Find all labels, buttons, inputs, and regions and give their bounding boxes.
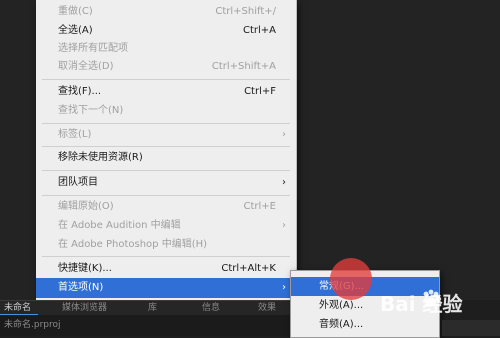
menu-item-deselect-all: 取消全选(D) Ctrl+Shift+A [36,57,296,76]
menu-item-find-next: 查找下一个(N) [36,101,296,120]
menu-item-label: 选择所有匹配项 [58,43,128,54]
menu-separator [42,195,290,196]
menu-item-select-all-matching: 选择所有匹配项 [36,39,296,58]
menu-item-label: 标签(L) [58,129,92,140]
menu-separator [42,256,290,257]
tab-libraries[interactable]: 库 [148,301,157,315]
edit-menu: 重做(C) Ctrl+Shift+/ 全选(A) Ctrl+A 选择所有匹配项 … [36,0,297,300]
menu-item-label: 查找下一个(N) [58,105,124,116]
click-marker [330,258,372,300]
watermark-background [442,320,500,336]
menu-item-shortcut: Ctrl+Alt+K [221,263,276,274]
menu-item-label: 重做(C) [58,6,93,17]
project-file-row[interactable]: 未命名.prproj [0,315,290,336]
project-file-name: 未命名.prproj [4,320,61,330]
chevron-right-icon: › [282,177,286,188]
menu-separator [42,146,290,147]
menu-item-label: 在 Adobe Audition 中编辑 [58,220,181,231]
menu-item-shortcut: Ctrl+E [243,201,277,212]
menu-item-shortcut: Ctrl+A [242,25,276,36]
menu-item-label: 快捷键(K)... [58,263,112,274]
menu-item-label: 编辑原始(O) [58,201,114,212]
submenu-item-label: 音频(A)... [319,319,364,330]
menu-item-label: 移除未使用资源(R) [58,152,143,163]
chevron-right-icon: › [282,282,286,293]
menu-item-shortcut: Ctrl+F [244,86,276,97]
tab-effects[interactable]: 效果 [258,301,276,315]
menu-item-label: 取消全选(D) [58,61,114,72]
tab-project[interactable]: 未命名 [4,301,31,315]
watermark-text: Bai 经验 [380,292,463,316]
menu-item-remove-unused[interactable]: 移除未使用资源(R) [36,148,296,167]
submenu-item-audio[interactable]: 音频(A)... [291,315,439,334]
menu-item-team-projects[interactable]: 团队项目 › [36,173,296,192]
menu-separator [42,123,290,124]
app-background-right [296,0,500,300]
tab-info[interactable]: 信息 [202,301,220,315]
menu-item-edit-in-photoshop: 在 Adobe Photoshop 中编辑(H) [36,235,296,254]
menu-item-label: 在 Adobe Photoshop 中编辑(H) [58,239,208,250]
menu-item-keyboard-shortcuts[interactable]: 快捷键(K)... Ctrl+Alt+K [36,259,296,278]
menu-item-shortcut: Ctrl+Shift+A [211,61,276,72]
menu-item-shortcut: Ctrl+Shift+/ [215,6,276,17]
menu-item-label: 首选项(N) [58,282,104,293]
menu-item-label: 团队项目 [58,177,98,188]
menu-item-preferences[interactable]: 首选项(N) › [36,278,296,298]
app-background-left [0,0,36,336]
chevron-right-icon: › [282,220,286,231]
panel-tab-bar: 未命名 媒体浏览器 库 信息 效果 [0,300,290,315]
menu-item-edit-original: 编辑原始(O) Ctrl+E [36,197,296,216]
chevron-right-icon: › [282,129,286,140]
menu-item-label: 全选(A) [58,25,93,36]
menu-separator [42,79,290,80]
menu-separator [42,170,290,171]
menu-item-label: 查找(F)... [58,86,102,97]
menu-item-find[interactable]: 查找(F)... Ctrl+F [36,82,296,101]
menu-item-redo: 重做(C) Ctrl+Shift+/ [36,2,296,21]
menu-item-select-all[interactable]: 全选(A) Ctrl+A [36,21,296,40]
tab-media-browser[interactable]: 媒体浏览器 [62,301,107,315]
menu-item-edit-in-audition: 在 Adobe Audition 中编辑 › [36,216,296,235]
menu-item-labels: 标签(L) › [36,125,296,144]
